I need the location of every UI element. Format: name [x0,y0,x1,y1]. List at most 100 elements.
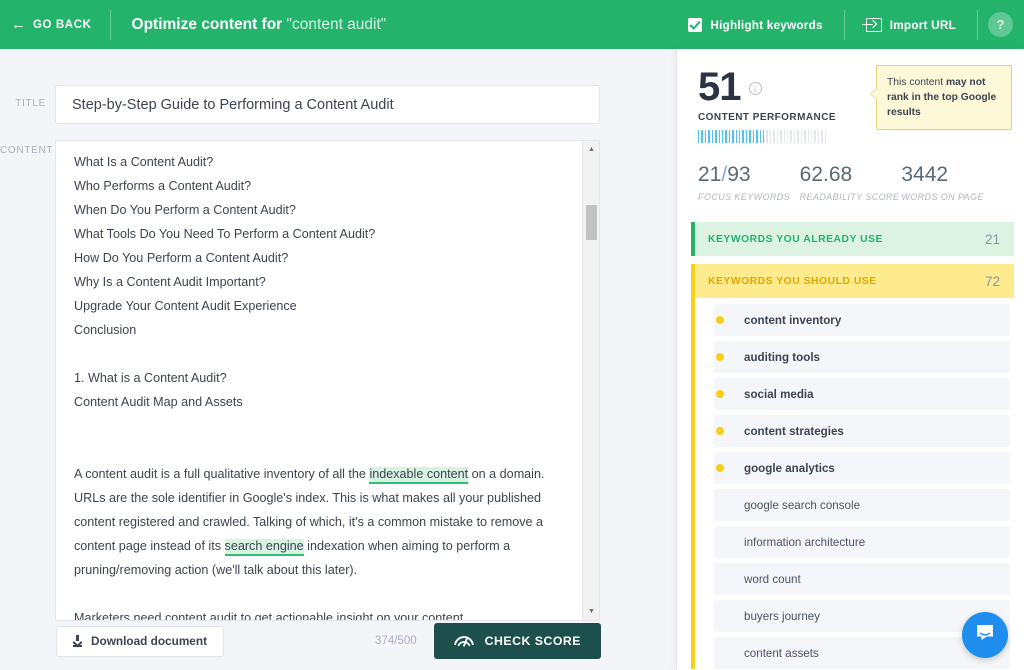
gauge-tick [810,130,813,143]
keyword-dot-icon [716,353,724,361]
gauge-tick [715,130,717,143]
highlighted-keyword: indexable content [369,467,469,484]
content-line: What Tools Do You Need To Perform a Cont… [74,227,376,241]
content-text[interactable]: What Is a Content Audit? Who Performs a … [56,141,582,620]
check-score-label: CHECK SCORE [484,634,581,648]
keyword-dot-icon [716,464,724,472]
app-header: ← GO BACK Optimize content for "content … [0,0,1024,49]
download-icon [73,635,82,647]
title-input[interactable]: Step-by-Step Guide to Performing a Conte… [55,85,600,124]
gauge-tick [786,130,789,143]
page-title-keyword: "content audit" [286,15,387,33]
gauge-tick [800,130,803,143]
gauge-tick [797,130,799,143]
keyword-dot-icon [716,427,724,435]
info-icon[interactable]: i [748,82,762,95]
title-field-row: TITLE Step-by-Step Guide to Performing a… [0,49,676,124]
highlight-keywords-toggle[interactable]: Highlight keywords [667,0,843,49]
stat-value: 3442 [901,163,949,186]
title-label: TITLE [15,98,46,109]
content-label: CONTENT [0,145,54,156]
content-line: How Do You Perform a Content Audit? [74,251,289,265]
section-keywords-should-use[interactable]: KEYWORDS YOU SHOULD USE 72 [691,264,1014,298]
stat-focus-keywords: 21/93 FOCUS KEYWORDS [698,163,800,202]
gauge-tick [756,130,758,143]
content-line: 1. What is a Content Audit? [74,371,227,385]
keyword-item[interactable]: auditing tools [714,341,1010,373]
stats-row: 21/93 FOCUS KEYWORDS 62.68 READABILITY S… [677,143,1024,202]
highlighted-keyword: search engine [224,539,304,556]
section-count: 21 [984,231,1000,247]
checkbox-checked-icon[interactable] [688,17,703,32]
keyword-label: information architecture [744,535,866,549]
stat-label: WORDS ON PAGE [901,192,984,202]
intercom-chat-button[interactable] [962,612,1008,658]
scroll-up-icon[interactable]: ▲ [583,141,599,158]
section-label: KEYWORDS YOU SHOULD USE [708,275,877,287]
download-document-button[interactable]: Download document [56,625,224,657]
gauge-tick [718,130,720,143]
section-keywords-already-use[interactable]: KEYWORDS YOU ALREADY USE 21 [691,222,1014,256]
page-title-prefix: Optimize content for [131,15,283,33]
gauge-tick [725,130,727,143]
character-count: 374/500 [375,635,417,647]
gauge-tick [728,130,731,143]
stat-label: READABILITY SCORE [799,192,900,202]
gauge-tick [769,130,772,143]
gauge-tick [783,130,785,143]
gauge-tick [721,130,724,143]
editor-footer: Download document 374/500 CHECK SCORE [56,612,601,670]
stat-words-on-page: 3442 WORDS ON PAGE [901,163,1003,202]
gauge-tick [821,130,823,143]
check-score-button[interactable]: CHECK SCORE [433,623,601,659]
header-actions: Highlight keywords Import URL ? [667,0,1024,49]
keyword-item[interactable]: word count [714,563,1010,595]
gauge-tick [708,130,710,143]
gauge-tick [739,130,741,143]
gauge-tick [742,130,744,143]
keyword-item[interactable]: google analytics [714,452,1010,484]
gauge-tick [704,130,707,143]
content-blank-line [74,342,568,366]
content-line: What Is a Content Audit? [74,155,214,169]
keyword-item[interactable]: information architecture [714,526,1010,558]
gauge-tick [732,130,734,143]
keyword-label: google search console [744,498,861,512]
keyword-item[interactable]: social media [714,378,1010,410]
content-line: Upgrade Your Content Audit Experience [74,299,297,313]
gauge-tick [814,130,816,143]
import-url-button[interactable]: Import URL [845,0,977,49]
section-count: 72 [984,273,1000,289]
content-scrollbar[interactable]: ▲ ▼ [582,141,599,620]
keyword-item[interactable]: content strategies [714,415,1010,447]
keyword-item[interactable]: google search console [714,489,1010,521]
gauge-tick [804,130,806,143]
content-textarea[interactable]: What Is a Content Audit? Who Performs a … [55,140,600,621]
go-back-button[interactable]: ← GO BACK [0,0,110,49]
score-section: 51 i CONTENT PERFORMANCE This content ma… [677,49,1024,143]
gauge-tick [807,130,809,143]
stat-label: FOCUS KEYWORDS [698,192,791,202]
highlight-keywords-label: Highlight keywords [710,17,823,32]
gauge-tick [780,130,782,143]
section-label: KEYWORDS YOU ALREADY USE [708,233,883,245]
go-back-label: GO BACK [33,18,92,31]
gauge-tick [735,130,738,143]
content-paragraph: A content audit is a full qualitative in… [74,462,568,582]
content-line: When Do You Perform a Content Audit? [74,203,296,217]
scrollbar-thumb[interactable] [586,205,597,240]
gauge-tick [752,130,755,143]
stat-value: 62.68 [799,163,853,186]
gauge-icon [453,632,474,650]
content-field-row: CONTENT What Is a Content Audit? Who Per… [0,124,676,621]
gauge-tick [824,130,827,143]
page-title: Optimize content for "content audit" [111,16,387,34]
help-button[interactable]: ? [988,12,1013,37]
keyword-label: auditing tools [744,350,820,364]
keyword-item[interactable]: content inventory [714,304,1010,336]
import-url-label: Import URL [889,17,956,32]
gauge-tick [763,130,765,143]
ranking-tooltip: This content may not rank in the top Goo… [870,65,1012,130]
gauge-tick [793,130,796,143]
keyword-label: google analytics [744,461,835,475]
